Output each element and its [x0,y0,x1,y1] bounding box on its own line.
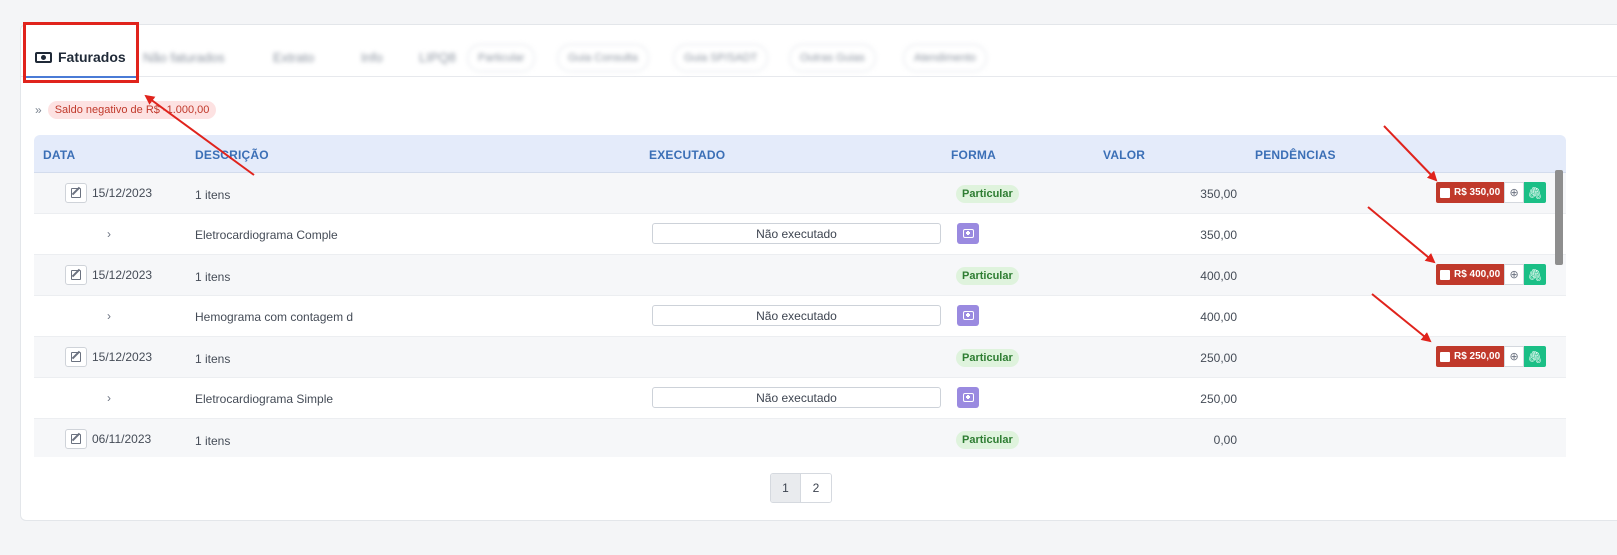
chevron-right-icon[interactable]: › [107,391,111,405]
row-desc: 1 itens [195,188,231,202]
item-valor: 400,00 [1200,310,1237,324]
header-pendencias: PENDÊNCIAS [1255,148,1336,162]
checkbox-icon [1440,269,1450,280]
forma-badge: Particular [956,267,1019,285]
medical-kit-button[interactable] [957,305,979,326]
row-desc: 1 itens [195,270,231,284]
saldo-badge: Saldo negativo de R$ -1.000,00 [47,101,217,119]
tab-lipq8[interactable]: LIPQ8 [419,39,456,75]
pendencia-button[interactable]: R$ 250,00 [1436,346,1505,367]
paperclip-icon[interactable]: 🖇 [1524,346,1547,367]
tab-particular[interactable]: Particular [467,44,536,72]
row-valor: 400,00 [1200,269,1237,283]
item-valor: 350,00 [1200,228,1237,242]
table-header: DATA DESCRIÇÃO EXECUTADO FORMA VALOR PEN… [34,135,1566,173]
tab-guia-consulta[interactable]: Guia Consulta [557,44,649,72]
row-date: 15/12/2023 [92,268,153,282]
table-row: 15/12/2023 1 itens Particular 400,00 R$ … [34,255,1566,296]
pendencia-button[interactable]: R$ 350,00 [1436,182,1505,203]
page-1-button[interactable]: 1 [771,474,801,502]
edit-button[interactable] [65,347,87,367]
executado-select[interactable]: Não executado [652,387,941,408]
page-2-button[interactable]: 2 [801,474,831,502]
edit-icon [71,352,81,362]
table-row: › Hemograma com contagem d Não executado… [34,296,1566,337]
forma-badge: Particular [956,431,1019,449]
active-tab-underline [25,76,138,78]
zoom-icon[interactable]: ⊕ [1504,182,1525,203]
table-row: › Eletrocardiograma Comple Não executado… [34,214,1566,255]
checkbox-icon [1440,187,1450,198]
row-desc: 1 itens [195,434,231,448]
money-icon [35,51,52,63]
row-date: 15/12/2023 [92,186,153,200]
edit-icon [71,188,81,198]
forma-badge: Particular [956,349,1019,367]
tab-faturados-label: Faturados [58,49,126,65]
zoom-icon[interactable]: ⊕ [1504,346,1525,367]
item-desc: Hemograma com contagem d [195,310,354,324]
saldo-alert: » Saldo negativo de R$ -1.000,00 [35,101,217,119]
header-valor: VALOR [1103,148,1146,162]
table-row: 06/11/2023 1 itens Particular 0,00 [34,419,1566,457]
tab-faturados[interactable]: Faturados [25,39,138,78]
saldo-prefix: » [35,103,42,117]
tab-extrato[interactable]: Extrato [273,39,314,75]
edit-icon [71,434,81,444]
executado-select[interactable]: Não executado [652,305,941,326]
faturamento-card: Faturados Não faturados Extrato Info LIP… [20,24,1617,521]
header-forma: FORMA [951,148,996,162]
table-row: 15/12/2023 1 itens Particular 350,00 R$ … [34,173,1566,214]
tab-guia-sp-sadt[interactable]: Guia SP/SADT [673,44,769,72]
row-valor: 250,00 [1200,351,1237,365]
medical-kit-icon [962,229,974,238]
pendencia-button[interactable]: R$ 400,00 [1436,264,1505,285]
paperclip-icon[interactable]: 🖇 [1524,182,1547,203]
executado-select[interactable]: Não executado [652,223,941,244]
pendencia-group: R$ 350,00 ⊕ 🖇 [1436,182,1547,203]
tab-bar: Faturados Não faturados Extrato Info LIP… [21,25,1617,78]
faturados-table: DATA DESCRIÇÃO EXECUTADO FORMA VALOR PEN… [34,135,1566,457]
pendencia-group: R$ 250,00 ⊕ 🖇 [1436,346,1547,367]
item-valor: 250,00 [1200,392,1237,406]
header-executado: EXECUTADO [649,148,726,162]
row-valor: 0,00 [1213,433,1237,447]
edit-button[interactable] [65,183,87,203]
item-desc: Eletrocardiograma Comple [195,228,338,242]
forma-badge: Particular [956,185,1019,203]
zoom-icon[interactable]: ⊕ [1504,264,1525,285]
row-desc: 1 itens [195,352,231,366]
tab-atendimento[interactable]: Atendimento [903,44,987,72]
edit-icon [71,270,81,280]
table-row: 15/12/2023 1 itens Particular 250,00 R$ … [34,337,1566,378]
edit-button[interactable] [65,429,87,449]
row-valor: 350,00 [1200,187,1237,201]
header-data: DATA [43,148,76,162]
medical-kit-button[interactable] [957,387,979,408]
pendencia-group: R$ 400,00 ⊕ 🖇 [1436,264,1547,285]
tab-info[interactable]: Info [361,39,383,75]
tab-nao-faturados[interactable]: Não faturados [143,39,225,75]
checkbox-icon [1440,351,1450,362]
medical-kit-button[interactable] [957,223,979,244]
row-date: 15/12/2023 [92,350,153,364]
item-desc: Eletrocardiograma Simple [195,392,334,406]
table-row: › Eletrocardiograma Simple Não executado… [34,378,1566,419]
medical-kit-icon [962,311,974,320]
chevron-right-icon[interactable]: › [107,309,111,323]
edit-button[interactable] [65,265,87,285]
medical-kit-icon [962,393,974,402]
tab-outras-guias[interactable]: Outras Guias [789,44,876,72]
scrollbar[interactable] [1555,170,1563,265]
row-date: 06/11/2023 [92,432,152,446]
chevron-right-icon[interactable]: › [107,227,111,241]
header-descricao: DESCRIÇÃO [195,148,269,162]
paperclip-icon[interactable]: 🖇 [1524,264,1547,285]
pagination: 1 2 [770,473,832,503]
